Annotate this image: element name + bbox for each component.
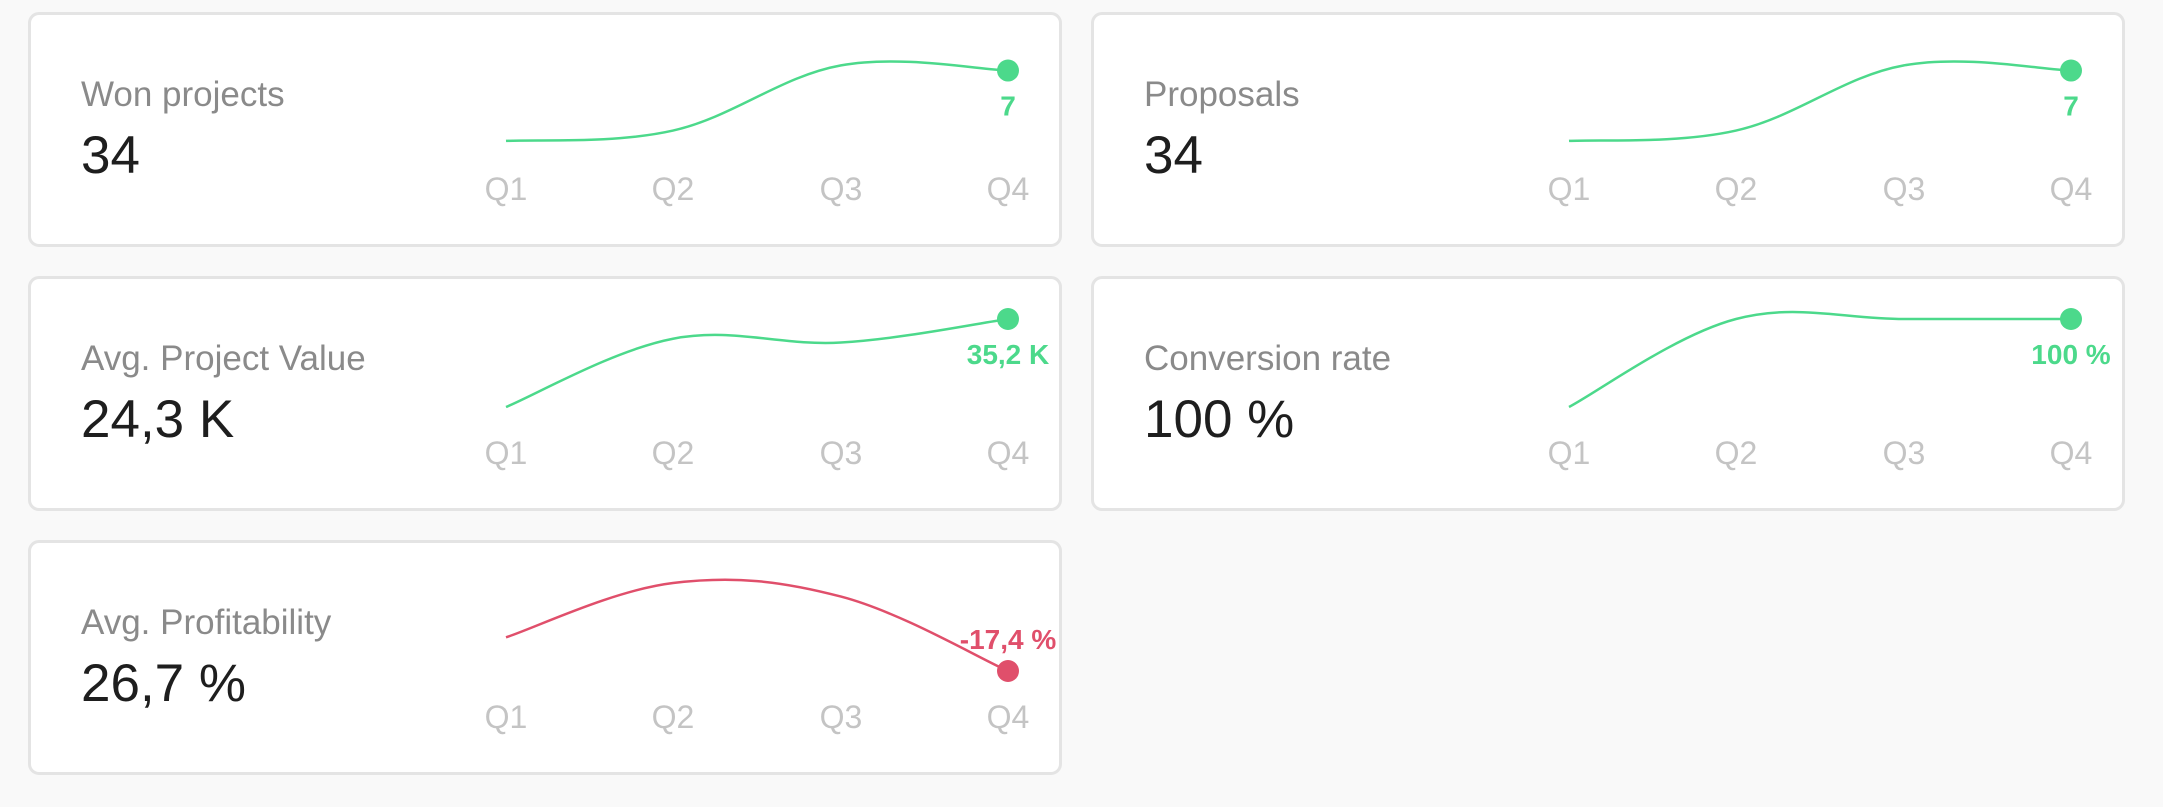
sparkline-end-point bbox=[2060, 308, 2082, 330]
quarter-tick-label: Q2 bbox=[652, 435, 695, 471]
sparkline-end-label: 100 % bbox=[2031, 339, 2110, 370]
sparkline-series bbox=[505, 578, 1009, 673]
sparkline-end-label: 7 bbox=[2063, 91, 2079, 122]
quarter-tick-label: Q4 bbox=[2050, 171, 2093, 207]
quarter-tick-label: Q2 bbox=[652, 699, 695, 735]
card-avg-profitability[interactable]: Avg. Profitability 26,7 % -17,4 % Q1 Q2 Q3 Q… bbox=[28, 540, 1062, 775]
quarter-tick-label: Q1 bbox=[1548, 435, 1591, 471]
sparkline-end-point bbox=[997, 660, 1019, 682]
quarter-tick-label: Q4 bbox=[987, 699, 1030, 735]
quarter-tick-label: Q3 bbox=[1883, 435, 1926, 471]
sparkline-end-point bbox=[997, 308, 1019, 330]
card-label: Avg. Project Value bbox=[81, 339, 366, 378]
sparkline-series bbox=[505, 317, 1009, 409]
card-proposals[interactable]: Proposals 34 7 Q1 Q2 Q3 Q4 bbox=[1091, 12, 2125, 247]
quarter-tick-label: Q1 bbox=[485, 171, 528, 207]
card-conversion-rate[interactable]: Conversion rate 100 % 100 % Q1 Q2 Q3 Q4 bbox=[1091, 276, 2125, 511]
card-label: Avg. Profitability bbox=[81, 603, 332, 642]
quarter-tick-label: Q2 bbox=[652, 171, 695, 207]
card-value: 24,3 K bbox=[81, 390, 235, 449]
sparkline: -17,4 % Q1 Q2 Q3 Q4 bbox=[485, 578, 1057, 735]
quarter-tick-label: Q2 bbox=[1715, 435, 1758, 471]
quarter-tick-label: Q3 bbox=[820, 435, 863, 471]
quarter-tick-label: Q3 bbox=[820, 699, 863, 735]
sparkline-end-label: 7 bbox=[1000, 91, 1016, 122]
quarter-tick-label: Q4 bbox=[987, 435, 1030, 471]
sparkline-series bbox=[1568, 60, 2072, 143]
card-avg-project-value[interactable]: Avg. Project Value 24,3 K 35,2 K Q1 Q2 Q3 Q4 bbox=[28, 276, 1062, 511]
quarter-tick-label: Q3 bbox=[820, 171, 863, 207]
card-value: 26,7 % bbox=[81, 654, 247, 713]
quarter-tick-label: Q1 bbox=[1548, 171, 1591, 207]
quarter-tick-label: Q4 bbox=[2050, 435, 2093, 471]
card-won-projects[interactable]: Won projects 34 7 Q1 Q2 Q3 Q4 bbox=[28, 12, 1062, 247]
sparkline-end-point bbox=[997, 59, 1019, 82]
quarter-tick-label: Q2 bbox=[1715, 171, 1758, 207]
quarter-tick-label: Q4 bbox=[987, 171, 1030, 207]
card-label: Conversion rate bbox=[1144, 339, 1392, 378]
sparkline-end-point bbox=[2060, 59, 2082, 82]
card-value: 100 % bbox=[1144, 390, 1295, 449]
sparkline: 7 Q1 Q2 Q3 Q4 bbox=[485, 59, 1030, 207]
quarter-tick-label: Q1 bbox=[485, 435, 528, 471]
card-value: 34 bbox=[81, 126, 140, 185]
sparkline: 35,2 K Q1 Q2 Q3 Q4 bbox=[485, 308, 1050, 471]
kpi-grid: Won projects 34 7 Q1 Q2 Q3 Q4 Proposals 34 7… bbox=[0, 0, 2163, 807]
card-value: 34 bbox=[1144, 126, 1203, 185]
sparkline: 100 % Q1 Q2 Q3 Q4 bbox=[1548, 308, 2111, 471]
card-label: Proposals bbox=[1144, 75, 1300, 114]
card-label: Won projects bbox=[81, 75, 285, 114]
sparkline-series bbox=[505, 60, 1009, 143]
sparkline-end-label: -17,4 % bbox=[960, 624, 1057, 655]
quarter-tick-label: Q3 bbox=[1883, 171, 1926, 207]
sparkline-series bbox=[1568, 310, 2071, 409]
quarter-tick-label: Q1 bbox=[485, 699, 528, 735]
sparkline: 7 Q1 Q2 Q3 Q4 bbox=[1548, 59, 2093, 207]
sparkline-end-label: 35,2 K bbox=[967, 339, 1050, 370]
